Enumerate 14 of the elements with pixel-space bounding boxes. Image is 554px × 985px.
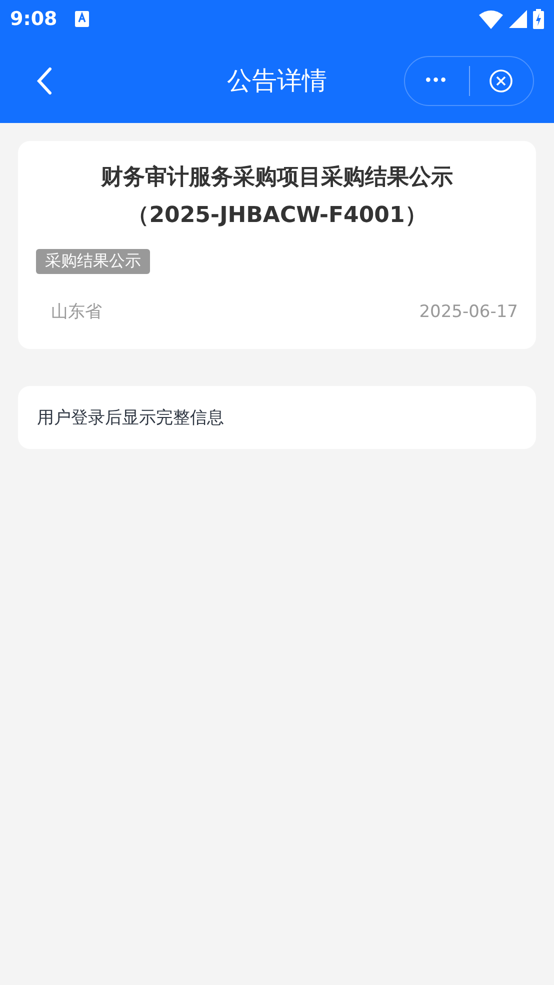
keyboard-icon xyxy=(75,11,90,27)
page-title: 公告详情 xyxy=(227,65,327,97)
more-button[interactable]: ••• xyxy=(405,72,468,90)
wifi-icon xyxy=(479,10,503,28)
close-icon xyxy=(489,68,514,92)
battery-icon xyxy=(533,9,544,29)
signal-icon xyxy=(509,10,527,28)
category-tag: 采购结果公示 xyxy=(36,249,150,274)
date-text: 2025-06-17 xyxy=(419,302,518,322)
status-time: 9:08 xyxy=(10,8,58,30)
back-icon xyxy=(36,66,52,94)
login-hint: 用户登录后显示完整信息 xyxy=(37,408,224,428)
notice-title: 财务审计服务采购项目采购结果公示（2025-JHBACW-F4001） xyxy=(100,164,454,230)
region-text: 山东省 xyxy=(51,301,102,323)
